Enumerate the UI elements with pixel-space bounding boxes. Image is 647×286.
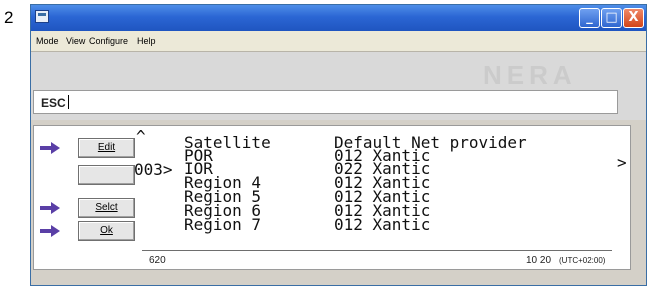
application-window: _ □ X Mode View Configure Help NERA ESC … [30, 4, 647, 286]
selection-marker: 003> [134, 160, 173, 179]
status-divider [142, 250, 612, 251]
command-area: NERA ESC [31, 52, 646, 120]
display-panel: Edit Selct Ok ^ Satellite Default Net pr… [33, 125, 631, 270]
arrow-right-icon [40, 142, 60, 154]
status-code: 620 [149, 255, 166, 266]
page-number: 2 [4, 8, 14, 27]
app-icon[interactable] [35, 10, 49, 23]
arrow-right-icon [40, 202, 60, 214]
scroll-up-indicator: ^ [136, 127, 146, 146]
text-caret [68, 95, 69, 109]
status-time: 10 20 [526, 255, 552, 266]
table-row-provider[interactable]: 012 Xantic [334, 217, 430, 233]
menu-configure[interactable]: Configure [89, 36, 128, 46]
menu-bar: Mode View Configure Help [31, 31, 646, 52]
maximize-button[interactable]: □ [601, 8, 622, 28]
status-timezone: (UTC+02:00) [559, 256, 606, 265]
minimize-button[interactable]: _ [579, 8, 600, 28]
command-input[interactable]: ESC [33, 90, 618, 114]
menu-view[interactable]: View [66, 36, 85, 46]
menu-help[interactable]: Help [137, 36, 156, 46]
close-button[interactable]: X [623, 8, 644, 28]
brand-watermark: NERA [483, 60, 577, 90]
ok-button[interactable]: Ok [78, 221, 135, 241]
blank-softkey-button[interactable] [78, 165, 135, 185]
esc-label: ESC [41, 96, 66, 110]
edit-button[interactable]: Edit [78, 138, 135, 158]
scroll-right-indicator: > [617, 153, 627, 172]
select-button[interactable]: Selct [78, 198, 135, 218]
table-row-name[interactable]: Region 7 [184, 217, 261, 233]
arrow-right-icon [40, 225, 60, 237]
menu-mode[interactable]: Mode [36, 36, 59, 46]
title-bar[interactable]: _ □ X [31, 5, 646, 31]
